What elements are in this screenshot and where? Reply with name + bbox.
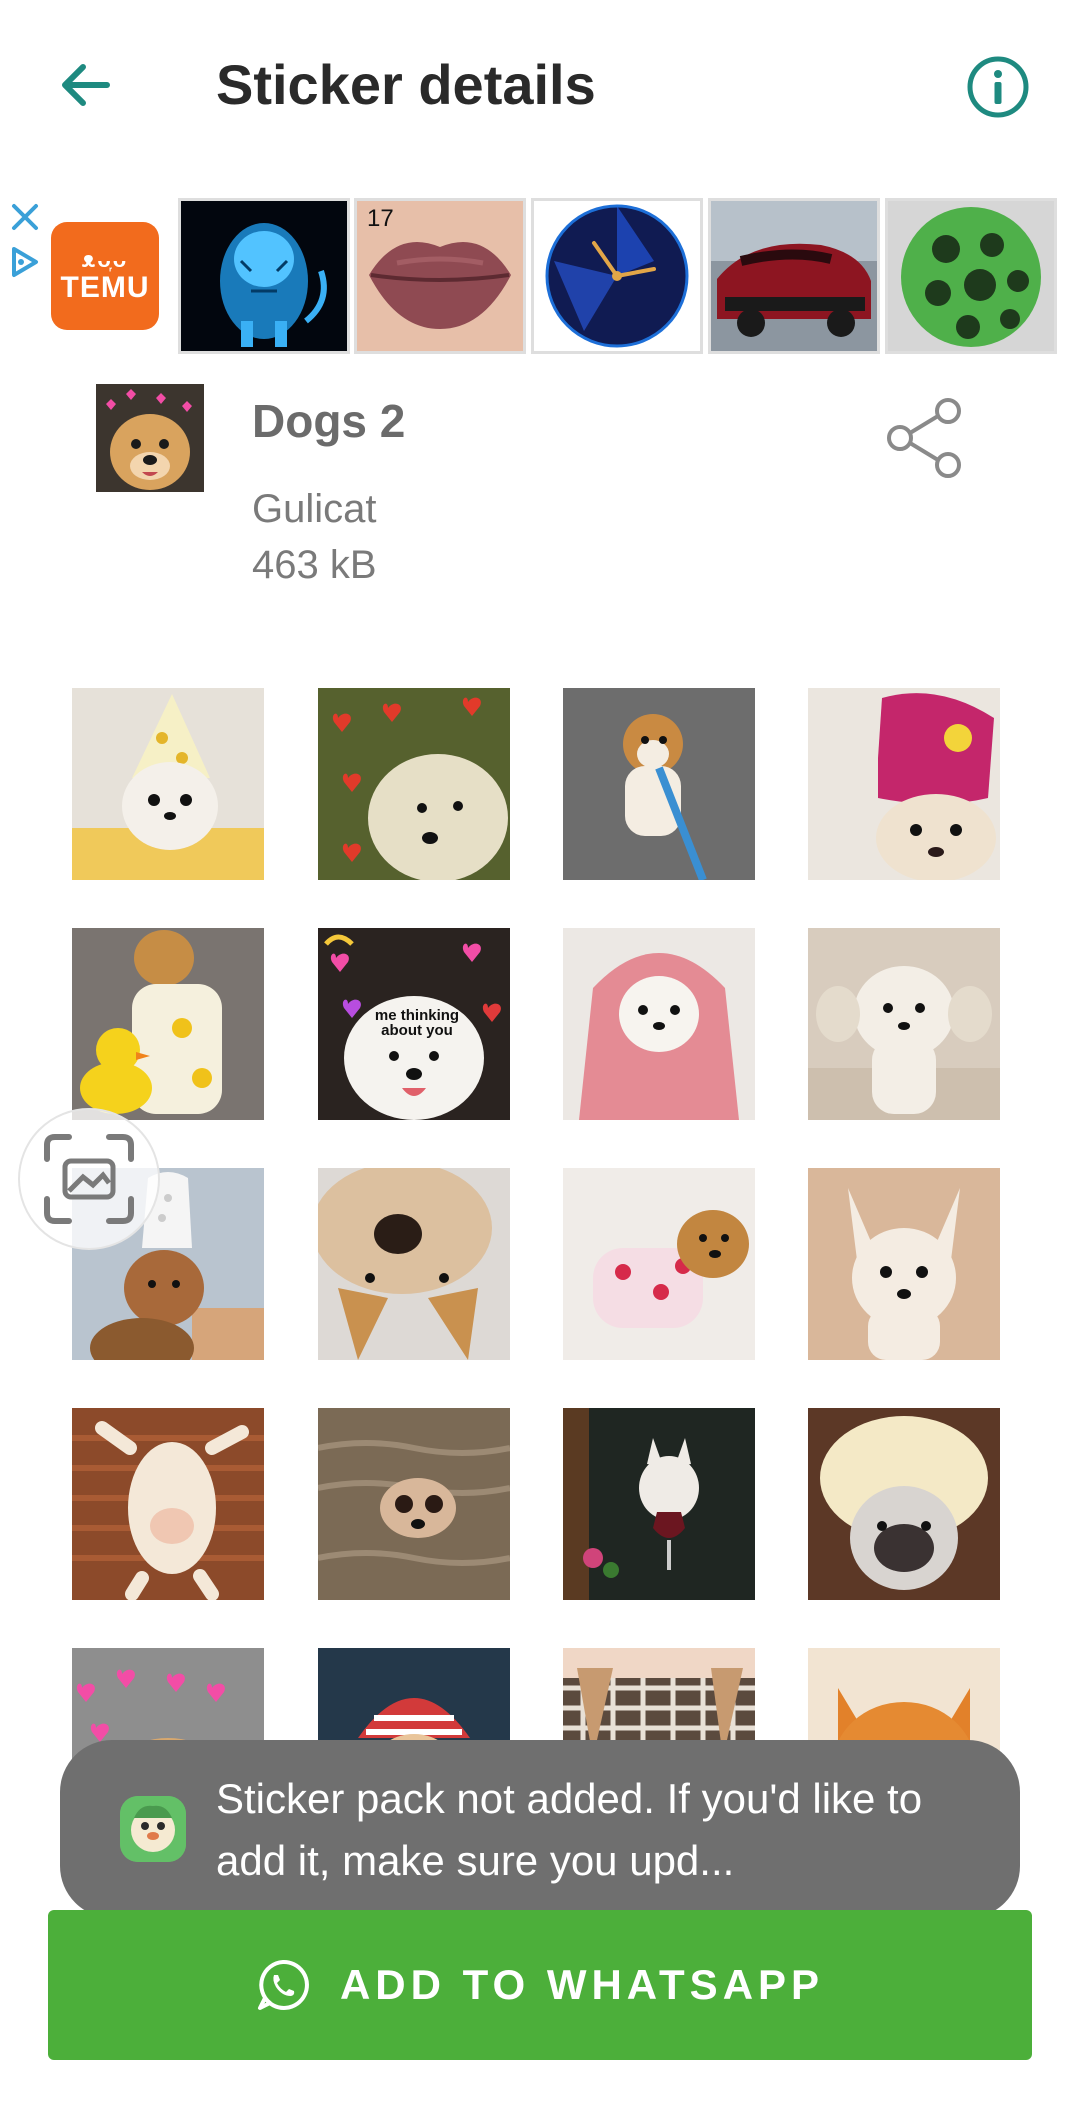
temu-brand-name: TEMU	[60, 271, 150, 304]
share-button[interactable]	[880, 393, 970, 483]
share-icon	[887, 398, 961, 478]
sticker-bulldog-wig[interactable]	[808, 1408, 1000, 1600]
pack-title: Dogs 2	[252, 395, 406, 447]
sticker-puppy-pajamas[interactable]	[563, 1168, 755, 1360]
sticker-shiba-leash[interactable]	[563, 688, 755, 880]
sticker-dog-swimming[interactable]	[318, 1408, 510, 1600]
sticker-dog-hat-emoji[interactable]	[72, 688, 264, 880]
add-to-whatsapp-button[interactable]: ADD TO WHATSAPP	[48, 1910, 1032, 2060]
ad-product-car[interactable]	[708, 198, 880, 354]
info-button[interactable]	[963, 52, 1033, 122]
screenshot-lens-button[interactable]	[18, 1108, 160, 1250]
sticker-caption: me thinking about you	[374, 1007, 460, 1039]
ad-product-clock[interactable]	[531, 198, 703, 354]
app-icon	[120, 1796, 186, 1862]
sticker-puppy-basket[interactable]	[72, 1408, 264, 1600]
sticker-dog-pink-towel[interactable]	[563, 928, 755, 1120]
sticker-chihuahua-white[interactable]	[808, 1168, 1000, 1360]
sticker-retriever-duck[interactable]	[72, 928, 264, 1120]
sticker-maltese-pigtails[interactable]	[808, 928, 1000, 1120]
adchoices-icon[interactable]	[8, 245, 42, 279]
toast-text: Sticker pack not added. If you'd like to…	[216, 1775, 923, 1884]
toast-message: Sticker pack not added. If you'd like to…	[60, 1740, 1020, 1918]
toolbar: Sticker details	[0, 0, 1080, 170]
add-button-label: ADD TO WHATSAPP	[339, 1961, 825, 2008]
image-scan-icon	[44, 1134, 134, 1224]
sticker-dog-upside-down[interactable]	[318, 1168, 510, 1360]
temu-logo[interactable]: ᴥᴗ᷊ᴗ TEMU	[51, 222, 159, 330]
close-icon[interactable]	[10, 202, 40, 232]
sticker-samoyed-hearts[interactable]	[318, 688, 510, 880]
back-button[interactable]	[40, 40, 130, 130]
ad-tile-number: 17	[367, 205, 394, 232]
ad-product-lipstick[interactable]: 17	[354, 198, 526, 354]
ad-product-ball[interactable]	[885, 198, 1057, 354]
whatsapp-icon	[257, 1959, 309, 2010]
page-title: Sticker details	[216, 53, 596, 116]
temu-glyphs: ᴥᴗ᷊ᴗ	[81, 247, 129, 272]
ad-product-tiger[interactable]	[178, 198, 350, 354]
arrow-left-icon	[62, 64, 110, 106]
pack-size: 463 kB	[252, 543, 377, 587]
sticker-samoyed-me-thinking[interactable]: me thinking about you	[318, 928, 510, 1120]
sticker-chihuahua-croc[interactable]	[808, 688, 1000, 880]
info-circle-icon	[967, 56, 1029, 118]
pack-thumbnail	[96, 384, 204, 492]
sticker-dog-wine-glass[interactable]	[563, 1408, 755, 1600]
pack-author: Gulicat	[252, 487, 377, 531]
